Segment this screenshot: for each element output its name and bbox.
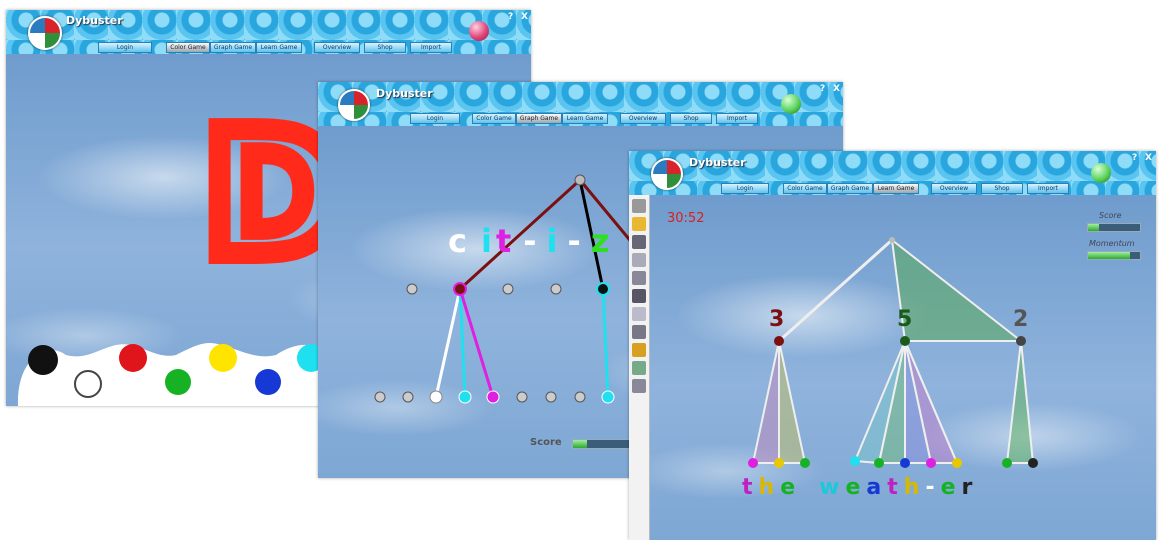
syllable-count: 2 [1013,307,1029,332]
word-letter: e [940,475,962,500]
graph-node[interactable] [550,283,562,295]
tree-leaf[interactable] [874,458,884,468]
word-letter: t [742,475,759,500]
score-bar-fill [573,440,587,448]
graph-leaf[interactable] [601,390,615,404]
graph-leaf[interactable] [458,390,472,404]
word-letter: h [903,475,926,500]
color-ball-yellow[interactable] [209,344,237,372]
word-letter: t [495,222,512,260]
syllable-count: 3 [769,307,785,332]
graph-node[interactable] [596,282,610,296]
word-letter: z [590,222,610,260]
tree-leaf[interactable] [1002,458,1012,468]
word-letter: i [480,222,492,260]
tree-leaf[interactable] [926,458,936,468]
color-ball-green[interactable] [165,369,191,395]
graph-leaf[interactable] [545,391,557,403]
tree-root-node[interactable] [889,237,895,243]
score-bar [572,439,630,449]
tree-leaf[interactable] [1028,458,1038,468]
graph-node[interactable] [502,283,514,295]
graph-leaf[interactable] [429,390,443,404]
color-ball-white[interactable] [74,370,102,398]
word-letter: h [758,475,781,500]
word-letter: w [819,475,846,500]
tree-leaf[interactable] [850,456,860,466]
color-ball-blue[interactable] [255,369,281,395]
learn-game-window: Dybuster Login Color Game Graph Game Lea… [629,151,1156,540]
graph-leaf[interactable] [374,391,386,403]
tree-leaf[interactable] [774,458,784,468]
word-letter: - [925,475,941,500]
tree-node[interactable] [774,336,784,346]
color-ball-black[interactable] [28,345,58,375]
word-letter: t [887,475,904,500]
graph-leaf[interactable] [486,390,500,404]
word-letter: e [845,475,867,500]
color-ball-red[interactable] [119,344,147,372]
graph-leaf[interactable] [402,391,414,403]
word-letter: i [546,222,558,260]
tree-leaf[interactable] [748,458,758,468]
graph-node[interactable] [453,282,467,296]
word-letter: - [523,222,537,260]
target-word: cit-i-z [448,222,609,260]
tree-node[interactable] [900,336,910,346]
word-letter: e [780,475,802,500]
word-letter: c [448,222,467,260]
word-letter: a [866,475,888,500]
word-letter: r [961,475,979,500]
graph-root-node[interactable] [574,174,586,186]
graph-node[interactable] [406,283,418,295]
score-label: Score [530,437,562,448]
graph-leaf[interactable] [574,391,586,403]
tree-node[interactable] [1016,336,1026,346]
tree-leaf[interactable] [952,458,962,468]
syllable-count: 5 [897,307,913,332]
tree-leaf[interactable] [900,458,910,468]
target-word: the weath-er [742,475,978,500]
tree-leaf[interactable] [800,458,810,468]
graph-leaf[interactable] [516,391,528,403]
word-letter: - [567,222,581,260]
